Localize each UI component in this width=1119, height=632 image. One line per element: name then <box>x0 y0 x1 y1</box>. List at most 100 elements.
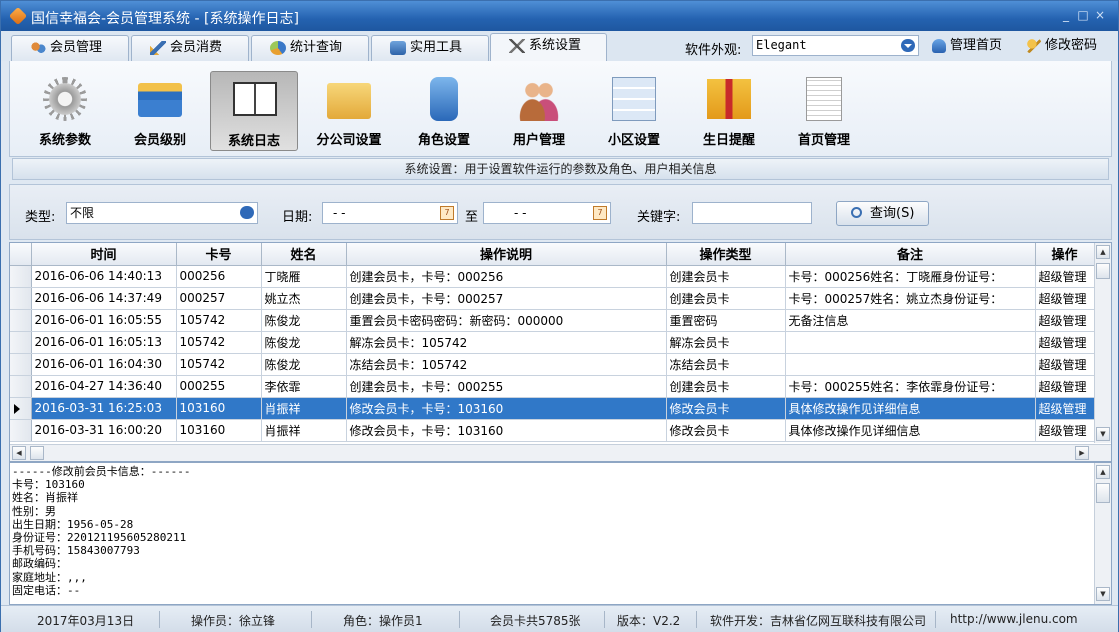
ribbon-birthday-reminder[interactable]: 生日提醒 <box>685 71 773 151</box>
cell-name[interactable]: 陈俊龙 <box>261 353 347 376</box>
col-operation-type[interactable]: 操作类型 <box>666 243 786 266</box>
cell-operation-type[interactable]: 修改会员卡 <box>666 419 786 442</box>
cell-name[interactable]: 肖振祥 <box>261 397 347 420</box>
calendar-icon[interactable]: 7 <box>440 206 454 220</box>
cell-description[interactable]: 创建会员卡，卡号：000255 <box>346 375 667 398</box>
cell-operator[interactable]: 超级管理 <box>1035 353 1100 376</box>
cell-time[interactable]: 2016-04-27 14:36:40 <box>31 375 177 398</box>
cell-time[interactable]: 2016-06-01 16:05:13 <box>31 331 177 354</box>
table-row[interactable]: 2016-06-01 16:05:55 105742 陈俊龙 重置会员卡密码密码：新密… <box>10 309 1100 332</box>
row-indicator[interactable] <box>10 331 32 354</box>
table-row[interactable]: 2016-06-06 14:37:49 000257 姚立杰 创建会员卡，卡号：000… <box>10 287 1100 310</box>
cell-card-no[interactable]: 105742 <box>176 353 262 376</box>
ribbon-system-log[interactable]: 系统日志 <box>210 71 298 151</box>
cell-description[interactable]: 冻结会员卡：105742 <box>346 353 667 376</box>
tab-consume[interactable]: 会员消费 <box>131 35 249 61</box>
ribbon-user-management[interactable]: 用户管理 <box>495 71 583 151</box>
cell-remark[interactable] <box>785 353 1036 376</box>
ribbon-system-params[interactable]: 系统参数 <box>21 71 109 151</box>
ribbon-role-settings[interactable]: 角色设置 <box>400 71 488 151</box>
cell-operation-type[interactable]: 冻结会员卡 <box>666 353 786 376</box>
cell-operation-type[interactable]: 修改会员卡 <box>666 397 786 420</box>
scroll-up-icon[interactable]: ▲ <box>1096 245 1110 259</box>
table-row[interactable]: 2016-03-31 16:25:03 103160 肖振祥 修改会员卡，卡号：103… <box>10 397 1100 420</box>
cell-card-no[interactable]: 000256 <box>176 265 262 288</box>
ribbon-member-levels[interactable]: 会员级别 <box>116 71 204 151</box>
scroll-thumb[interactable] <box>1096 263 1110 279</box>
cell-card-no[interactable]: 103160 <box>176 397 262 420</box>
row-indicator[interactable] <box>10 287 32 310</box>
cell-operator[interactable]: 超级管理 <box>1035 397 1100 420</box>
cell-name[interactable]: 陈俊龙 <box>261 309 347 332</box>
cell-description[interactable]: 重置会员卡密码密码：新密码：000000 <box>346 309 667 332</box>
table-horizontal-scrollbar[interactable]: ◀ ▶ <box>10 444 1111 461</box>
col-name[interactable]: 姓名 <box>261 243 347 266</box>
cell-remark[interactable]: 具体修改操作见详细信息 <box>785 397 1036 420</box>
scroll-thumb[interactable] <box>30 446 44 460</box>
query-button[interactable]: 查询(S) <box>836 201 929 226</box>
cell-name[interactable]: 丁晓雁 <box>261 265 347 288</box>
cell-operator[interactable]: 超级管理 <box>1035 331 1100 354</box>
chevron-down-icon[interactable] <box>901 39 915 52</box>
cell-remark[interactable]: 卡号：000255姓名：李依霏身份证号： <box>785 375 1036 398</box>
cell-name[interactable]: 肖振祥 <box>261 419 347 442</box>
row-indicator[interactable] <box>10 375 32 398</box>
scroll-thumb[interactable] <box>1096 483 1110 503</box>
col-card-no[interactable]: 卡号 <box>176 243 262 266</box>
ribbon-branch-settings[interactable]: 分公司设置 <box>305 71 393 151</box>
tab-tools[interactable]: 实用工具 <box>371 35 489 61</box>
cell-name[interactable]: 姚立杰 <box>261 287 347 310</box>
col-description[interactable]: 操作说明 <box>346 243 667 266</box>
cell-operation-type[interactable]: 重置密码 <box>666 309 786 332</box>
cell-operation-type[interactable]: 创建会员卡 <box>666 265 786 288</box>
col-remark[interactable]: 备注 <box>785 243 1036 266</box>
cell-operator[interactable]: 超级管理 <box>1035 419 1100 442</box>
maximize-button[interactable]: □ <box>1076 8 1090 22</box>
table-row[interactable]: 2016-03-31 16:00:20 103160 肖振祥 修改会员卡，卡号：103… <box>10 419 1100 442</box>
ribbon-homepage-management[interactable]: 首页管理 <box>780 71 868 151</box>
cell-card-no[interactable]: 000255 <box>176 375 262 398</box>
cell-name[interactable]: 陈俊龙 <box>261 331 347 354</box>
cell-remark[interactable]: 卡号：000257姓名：姚立杰身份证号： <box>785 287 1036 310</box>
cell-operator[interactable]: 超级管理 <box>1035 265 1100 288</box>
cell-operator[interactable]: 超级管理 <box>1035 287 1100 310</box>
chevron-down-icon[interactable] <box>240 206 254 219</box>
cell-remark[interactable]: 具体修改操作见详细信息 <box>785 419 1036 442</box>
cell-time[interactable]: 2016-03-31 16:25:03 <box>31 397 177 420</box>
keyword-input[interactable] <box>692 202 812 224</box>
cell-card-no[interactable]: 103160 <box>176 419 262 442</box>
cell-card-no[interactable]: 000257 <box>176 287 262 310</box>
title-bar[interactable]: 国信幸福会-会员管理系统 - [系统操作日志] _ □ × <box>1 1 1118 31</box>
ribbon-district-settings[interactable]: 小区设置 <box>590 71 678 151</box>
status-website-link[interactable]: http://www.jlenu.com <box>950 612 1078 626</box>
minimize-button[interactable]: _ <box>1059 8 1073 22</box>
table-row[interactable]: 2016-06-01 16:05:13 105742 陈俊龙 解冻会员卡：105742… <box>10 331 1100 354</box>
table-row[interactable]: 2016-06-06 14:40:13 000256 丁晓雁 创建会员卡，卡号：000… <box>10 265 1100 288</box>
scroll-up-icon[interactable]: ▲ <box>1096 465 1110 479</box>
row-indicator[interactable] <box>10 265 32 288</box>
table-row[interactable]: 2016-04-27 14:36:40 000255 李依霏 创建会员卡，卡号：000… <box>10 375 1100 398</box>
cell-name[interactable]: 李依霏 <box>261 375 347 398</box>
cell-operator[interactable]: 超级管理 <box>1035 309 1100 332</box>
row-indicator[interactable] <box>10 309 32 332</box>
cell-description[interactable]: 创建会员卡，卡号：000257 <box>346 287 667 310</box>
skin-select[interactable]: Elegant <box>752 35 919 56</box>
cell-time[interactable]: 2016-06-01 16:05:55 <box>31 309 177 332</box>
scroll-down-icon[interactable]: ▼ <box>1096 587 1110 601</box>
row-indicator[interactable] <box>10 397 32 420</box>
change-password-button[interactable]: 修改密码 <box>1025 35 1111 57</box>
table-row[interactable]: 2016-06-01 16:04:30 105742 陈俊龙 冻结会员卡：105742… <box>10 353 1100 376</box>
table-vertical-scrollbar[interactable]: ▲ ▼ <box>1094 243 1111 443</box>
cell-operation-type[interactable]: 创建会员卡 <box>666 375 786 398</box>
cell-time[interactable]: 2016-06-06 14:37:49 <box>31 287 177 310</box>
cell-card-no[interactable]: 105742 <box>176 331 262 354</box>
cell-operator[interactable]: 超级管理 <box>1035 375 1100 398</box>
scroll-left-icon[interactable]: ◀ <box>12 446 26 460</box>
tab-stats[interactable]: 统计查询 <box>251 35 369 61</box>
cell-operation-type[interactable]: 解冻会员卡 <box>666 331 786 354</box>
cell-time[interactable]: 2016-06-06 14:40:13 <box>31 265 177 288</box>
detail-panel[interactable]: ------修改前会员卡信息：------ 卡号：103160 姓名：肖振祥 性别：男… <box>9 462 1112 605</box>
home-button[interactable]: 管理首页 <box>930 35 1014 57</box>
cell-remark[interactable] <box>785 331 1036 354</box>
row-indicator[interactable] <box>10 419 32 442</box>
